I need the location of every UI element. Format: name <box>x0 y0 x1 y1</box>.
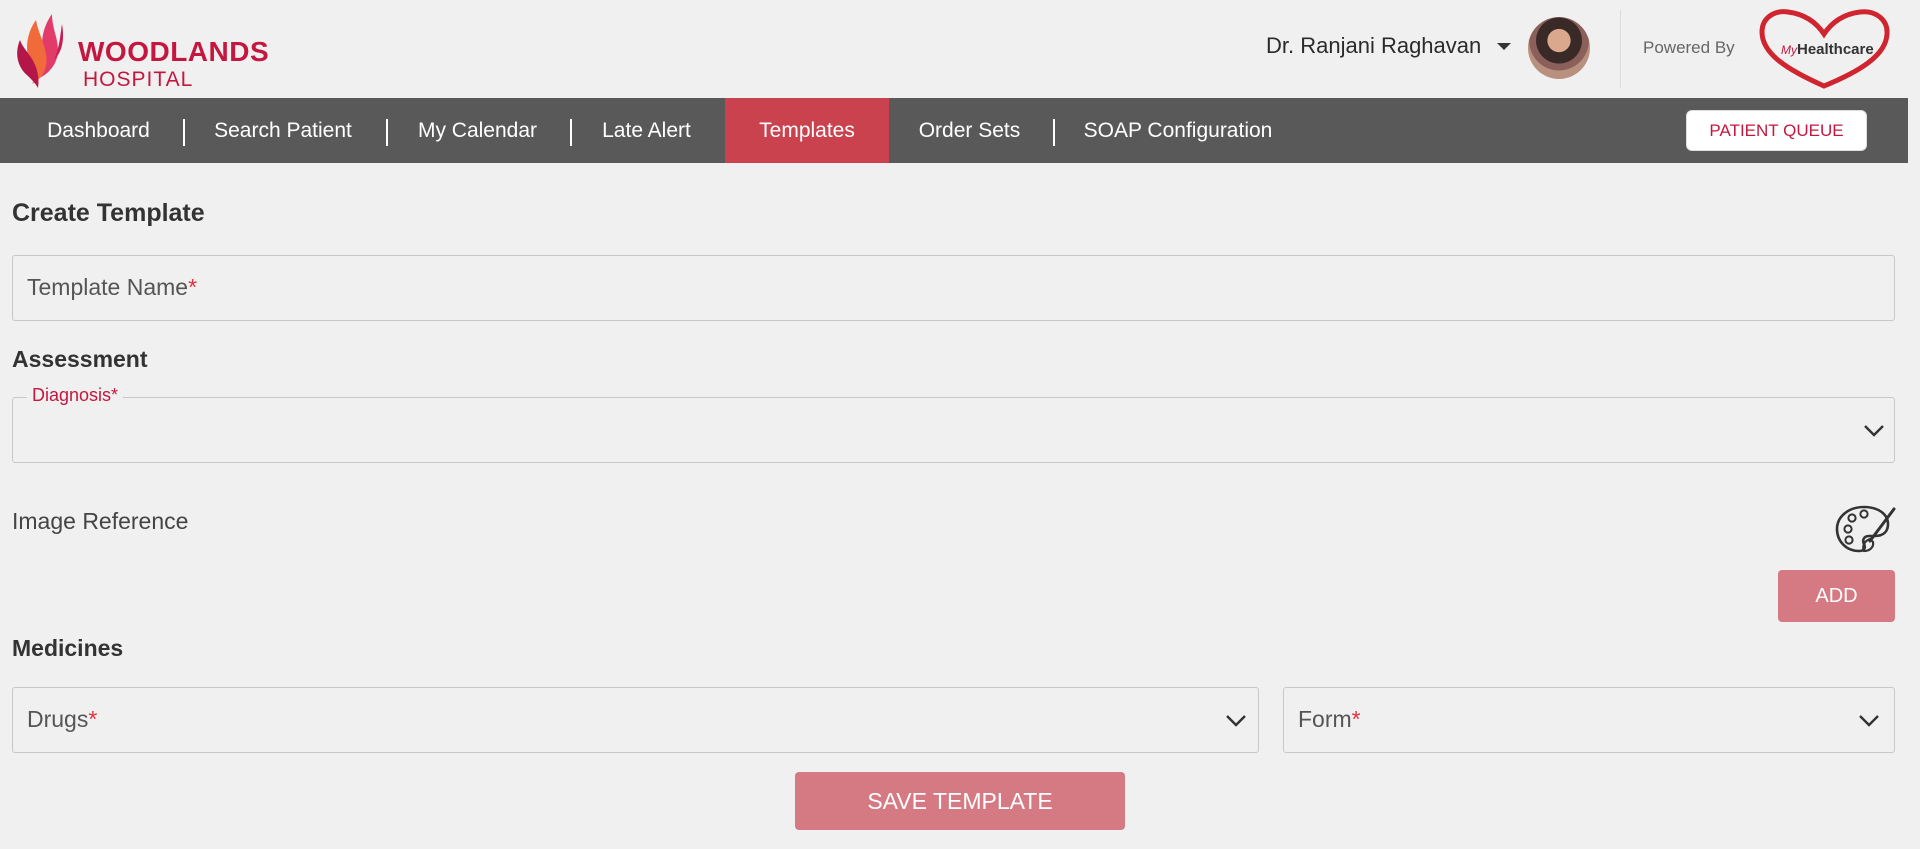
palette-icon[interactable] <box>1834 503 1896 555</box>
form-select[interactable]: Form* <box>1283 687 1895 753</box>
nav-separator <box>386 119 388 146</box>
nav-soap-configuration[interactable]: SOAP Configuration <box>1068 98 1288 163</box>
partner-logo-prefix: My <box>1781 43 1797 57</box>
partner-logo-name: Healthcare <box>1797 41 1874 58</box>
caret-down-icon[interactable] <box>1497 43 1511 50</box>
template-name-label-text: Template Name <box>27 274 189 300</box>
form-label: Form* <box>1298 706 1361 733</box>
nav-templates[interactable]: Templates <box>725 98 889 163</box>
required-mark: * <box>88 706 98 732</box>
medicines-heading: Medicines <box>12 635 124 661</box>
nav-my-calendar[interactable]: My Calendar <box>394 98 561 163</box>
template-name-input[interactable]: Template Name* <box>12 255 1895 321</box>
powered-by-label: Powered By <box>1643 38 1735 57</box>
logo-subtitle: HOSPITAL <box>83 68 194 91</box>
add-image-button[interactable]: ADD <box>1778 570 1895 622</box>
nav-separator <box>183 119 185 146</box>
user-menu-name[interactable]: Dr. Ranjani Raghavan <box>1266 33 1481 59</box>
required-mark: * <box>1351 706 1361 732</box>
drugs-label-text: Drugs <box>27 706 89 732</box>
form-label-text: Form <box>1298 706 1352 732</box>
nav-search-patient[interactable]: Search Patient <box>193 98 373 163</box>
woodlands-hospital-logo[interactable]: WOODLANDS HOSPITAL <box>14 10 284 91</box>
flame-logo-icon <box>17 14 64 88</box>
nav-order-sets[interactable]: Order Sets <box>897 98 1042 163</box>
nav-separator <box>570 119 572 146</box>
required-mark: * <box>188 274 198 300</box>
chevron-down-icon <box>1226 715 1246 727</box>
user-avatar[interactable] <box>1528 17 1590 79</box>
diagnosis-select[interactable]: Diagnosis* <box>12 385 1895 463</box>
partner-logo-text: MyHealthcare <box>1781 41 1874 58</box>
header-divider <box>1620 10 1621 88</box>
nav-separator <box>1053 119 1055 146</box>
template-name-label: Template Name* <box>27 274 197 301</box>
save-template-button[interactable]: SAVE TEMPLATE <box>795 772 1125 830</box>
nav-dashboard[interactable]: Dashboard <box>22 98 175 163</box>
page-title: Create Template <box>12 199 205 227</box>
logo-title: WOODLANDS <box>78 36 270 67</box>
chevron-down-icon <box>1859 715 1879 727</box>
patient-queue-button[interactable]: PATIENT QUEUE <box>1686 110 1867 151</box>
drugs-label: Drugs* <box>27 706 97 733</box>
app-header: WOODLANDS HOSPITAL Dr. Ranjani Raghavan … <box>0 0 1920 98</box>
image-reference-label: Image Reference <box>12 508 189 534</box>
assessment-heading: Assessment <box>12 346 148 372</box>
drugs-select[interactable]: Drugs* <box>12 687 1259 753</box>
diagnosis-label: Diagnosis* <box>27 385 124 406</box>
chevron-down-icon <box>1864 425 1884 437</box>
main-nav: Dashboard Search Patient My Calendar Lat… <box>0 98 1908 163</box>
nav-late-alert[interactable]: Late Alert <box>580 98 713 163</box>
